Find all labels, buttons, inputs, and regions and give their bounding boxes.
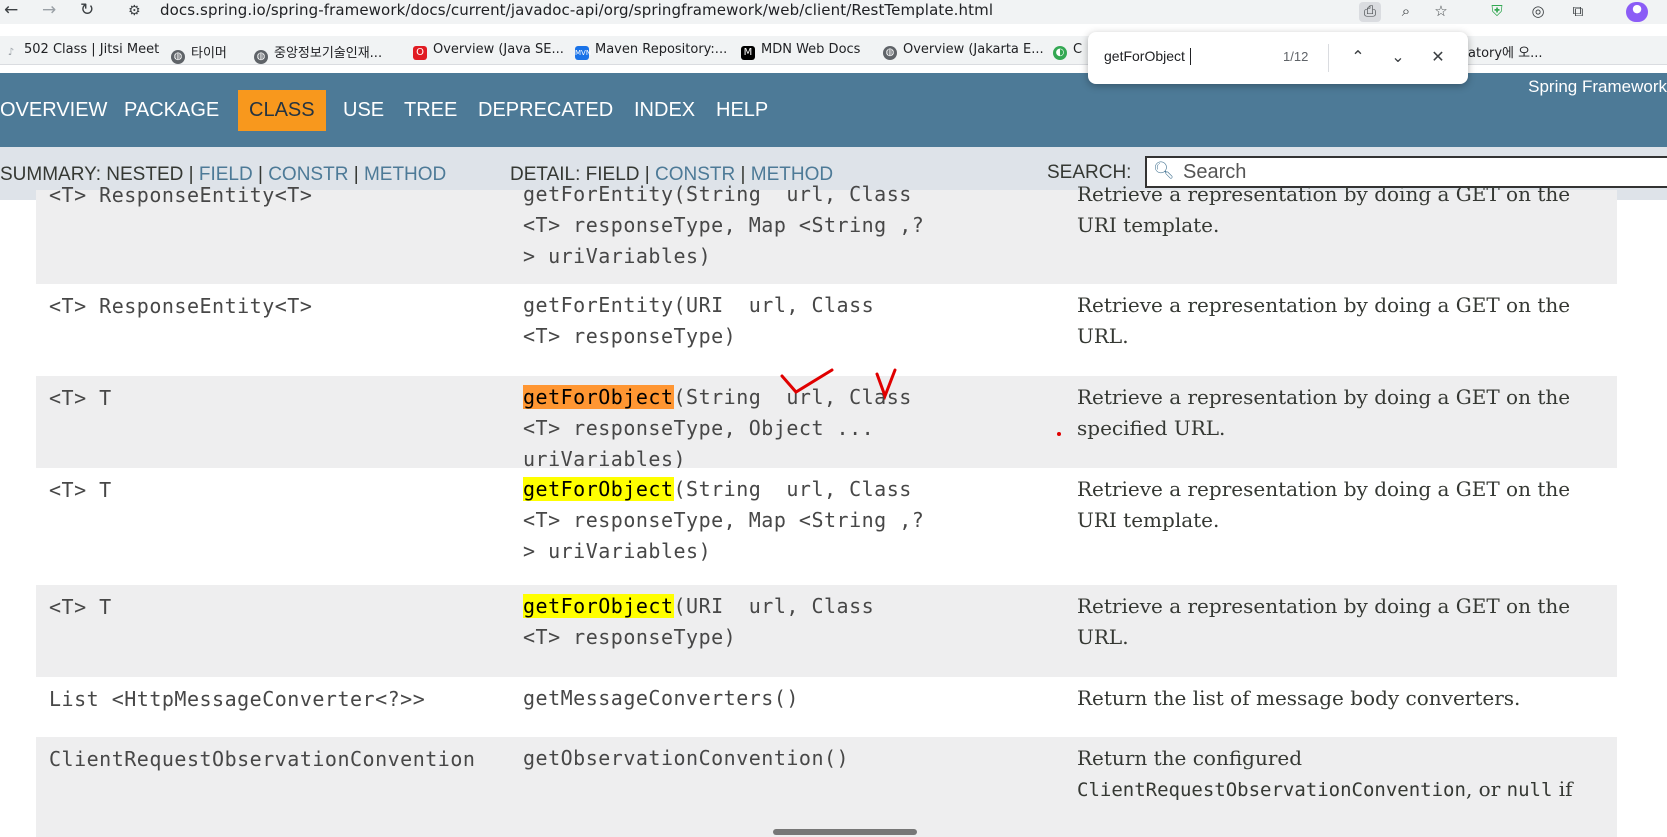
- method-description: Return the list of message body converte…: [1077, 686, 1521, 710]
- maven-icon: MVN: [575, 46, 591, 60]
- horizontal-scrollbar[interactable]: [773, 829, 917, 835]
- divider: [1328, 44, 1329, 72]
- current-find-match: getForObject: [523, 385, 674, 409]
- url-field[interactable]: docs.spring.io/spring-framework/docs/cur…: [160, 1, 993, 19]
- nav-index[interactable]: INDEX: [634, 99, 695, 122]
- summary-label: SUMMARY: NESTED |: [0, 164, 194, 185]
- return-type: <T> T: [49, 478, 112, 502]
- shield-extension-icon[interactable]: ⛨: [1486, 2, 1508, 22]
- green-icon: ◐: [1053, 46, 1067, 60]
- return-type: <T> T: [49, 386, 112, 410]
- nav-help[interactable]: HELP: [716, 99, 768, 122]
- bookmark-timer[interactable]: ◍ 타이머: [171, 42, 227, 64]
- find-input[interactable]: getForObject: [1104, 48, 1185, 64]
- extension-icon[interactable]: ◎: [1527, 2, 1549, 22]
- search-icon: 🔍︎: [1153, 161, 1175, 181]
- summary-field-link[interactable]: FIELD: [199, 164, 253, 185]
- find-match: getForObject: [523, 594, 674, 618]
- chevron-up-icon[interactable]: ⌃: [1345, 44, 1371, 70]
- brand-title: Spring Framework: [1528, 77, 1667, 96]
- nav-class[interactable]: CLASS: [238, 90, 326, 131]
- table-row: List <HttpMessageConverter<?>> getMessag…: [36, 677, 1617, 737]
- nav-overview[interactable]: OVERVIEW: [0, 99, 107, 122]
- bookmark-mdn[interactable]: M MDN Web Docs: [741, 42, 860, 60]
- find-match-count: 1/12: [1283, 49, 1309, 64]
- forward-icon[interactable]: →: [42, 0, 56, 20]
- top-navigation: OVERVIEW PACKAGE CLASS USE TREE DEPRECAT…: [0, 73, 1667, 147]
- puzzle-icon[interactable]: ⧉: [1567, 2, 1589, 22]
- globe-icon: ◍: [883, 46, 897, 60]
- return-type: <T> ResponseEntity<T>: [49, 294, 313, 318]
- nav-package[interactable]: PACKAGE: [124, 99, 219, 122]
- nav-deprecated[interactable]: DEPRECATED: [478, 99, 613, 122]
- method-signature[interactable]: getMessageConverters(): [523, 683, 1023, 714]
- check-mark-1: [780, 368, 834, 394]
- method-description: Retrieve a representation by doing a GET…: [1077, 385, 1571, 440]
- method-description: Retrieve a representation by doing a GET…: [1077, 477, 1571, 532]
- nav-tree[interactable]: TREE: [404, 99, 457, 122]
- text-cursor: [1190, 48, 1191, 65]
- globe-icon: ◍: [254, 50, 268, 64]
- bookmark-jakarta[interactable]: ◍ Overview (Jakarta E...: [883, 42, 1044, 60]
- method-signature[interactable]: getForObject(String url, Class <T> respo…: [523, 474, 1023, 567]
- code-null: null: [1506, 779, 1553, 801]
- return-type: <T> T: [49, 595, 112, 619]
- nav-use[interactable]: USE: [343, 99, 384, 122]
- method-description: Retrieve a representation by doing a GET…: [1077, 594, 1571, 649]
- method-signature[interactable]: getForEntity(String url, Class <T> respo…: [523, 179, 1023, 272]
- bookmark-jitsi[interactable]: ♪ 502 Class | Jitsi Meet: [4, 42, 159, 60]
- check-mark-2: [875, 368, 897, 401]
- bookmark-star-icon[interactable]: ☆: [1430, 2, 1452, 22]
- jitsi-icon: ♪: [7, 47, 15, 58]
- return-type: List <HttpMessageConverter<?>>: [49, 687, 426, 711]
- table-row: <T> ResponseEntity<T> getForEntity(Strin…: [36, 182, 1617, 284]
- annotation-dot: [1057, 432, 1061, 436]
- description-text: Return the configured: [1077, 746, 1303, 770]
- return-type: <T> ResponseEntity<T>: [49, 183, 313, 207]
- summary-method-link[interactable]: METHOD: [364, 164, 446, 185]
- bookmark-repository[interactable]: atory에 오...: [1468, 42, 1543, 61]
- find-bar: getForObject 1/12 ⌃ ⌄ ✕: [1088, 32, 1468, 84]
- bookmark-maven[interactable]: MVN Maven Repository:...: [575, 42, 727, 60]
- method-signature[interactable]: getForEntity(URI url, Class <T> response…: [523, 290, 1023, 352]
- method-signature[interactable]: getForObject(URI url, Class <T> response…: [523, 591, 1023, 653]
- return-type: ClientRequestObservationConvention: [49, 747, 476, 771]
- site-info-icon[interactable]: ⚙: [128, 3, 141, 19]
- table-row: ClientRequestObservationConvention getOb…: [36, 737, 1617, 837]
- profile-avatar[interactable]: ●: [1626, 2, 1648, 22]
- globe-icon: ◍: [171, 50, 185, 64]
- find-match: getForObject: [523, 477, 674, 501]
- reload-icon[interactable]: ↻: [80, 0, 94, 20]
- table-row: <T> T getForObject(String url, Class <T>…: [36, 468, 1617, 585]
- summary-constr-link[interactable]: CONSTR: [268, 164, 348, 185]
- annotation-checkmarks: [780, 368, 897, 401]
- method-description: Return the configured ClientRequestObserv…: [1077, 743, 1617, 806]
- oracle-icon: O: [413, 46, 427, 60]
- close-icon[interactable]: ✕: [1425, 44, 1451, 70]
- method-description: Retrieve a representation by doing a GET…: [1077, 293, 1571, 348]
- description-text: , or: [1465, 777, 1507, 801]
- bookmark-jungang[interactable]: ◍ 중앙정보기술인재...: [254, 42, 382, 64]
- method-signature[interactable]: getObservationConvention(): [523, 743, 1023, 774]
- table-row: <T> T getForObject(URI url, Class <T> re…: [36, 585, 1617, 677]
- method-description: Retrieve a representation by doing a GET…: [1077, 182, 1571, 237]
- back-icon[interactable]: ←: [4, 0, 18, 20]
- code-ref[interactable]: ClientRequestObservationConvention: [1077, 779, 1466, 801]
- mdn-icon: M: [741, 46, 755, 60]
- find-in-page-icon[interactable]: ⎙: [1359, 2, 1381, 22]
- description-text: if: [1552, 777, 1573, 801]
- bookmark-c[interactable]: ◐ C: [1053, 42, 1082, 60]
- chevron-down-icon[interactable]: ⌄: [1385, 44, 1411, 70]
- zoom-icon[interactable]: ⌕: [1395, 2, 1417, 22]
- bookmark-java-se[interactable]: O Overview (Java SE...: [413, 42, 564, 60]
- address-bar: ← → ↻ ⚙ docs.spring.io/spring-framework/…: [0, 0, 1667, 24]
